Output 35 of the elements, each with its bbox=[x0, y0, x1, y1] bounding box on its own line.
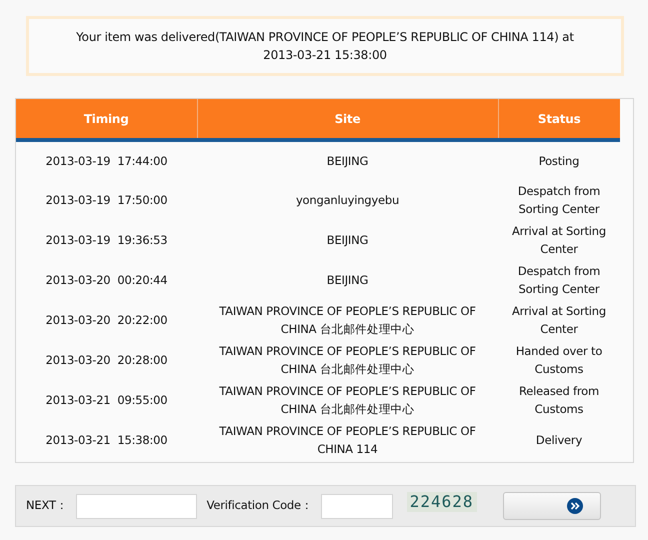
next-field[interactable] bbox=[76, 494, 197, 518]
double-chevron-icon bbox=[566, 498, 582, 514]
timing-cell: 2013-03-20 20:28:00 bbox=[46, 353, 168, 367]
site-cell-text: TAIWAN PROVINCE OF PEOPLE’S REPUBLIC OF CHINA 114 bbox=[218, 423, 477, 458]
verification-code-label: Verification Code： bbox=[206, 497, 313, 514]
next-button[interactable] bbox=[502, 492, 600, 520]
site-cell-text: BEIJING bbox=[326, 272, 368, 289]
status-cell-text: Despatch from Sorting Center bbox=[516, 183, 602, 218]
status-cell-text: Handed over to Customs bbox=[514, 343, 604, 378]
timing-cell: 2013-03-21 09:55:00 bbox=[46, 393, 168, 407]
status-cell-text: Arrival at Sorting Center bbox=[511, 223, 607, 258]
site-cell-text: TAIWAN PROVINCE OF PEOPLE’S REPUBLIC OF CHINA 台北邮件处理中心 bbox=[218, 383, 477, 418]
timing-cell: 2013-03-19 19:36:53 bbox=[46, 233, 168, 247]
site-cell-text: TAIWAN PROVINCE OF PEOPLE’S REPUBLIC OF CHINA 台北邮件处理中心 bbox=[218, 343, 477, 378]
status-cell-text: Delivery bbox=[536, 432, 582, 449]
site-cell-text: TAIWAN PROVINCE OF PEOPLE’S REPUBLIC OF CHINA 台北邮件处理中心 bbox=[218, 303, 477, 338]
status-cell-text: Posting bbox=[538, 153, 580, 170]
timing-cell: 2013-03-21 15:38:00 bbox=[46, 433, 168, 447]
site-cell-text: BEIJING bbox=[326, 232, 368, 249]
next-label: NEXT： bbox=[26, 497, 68, 514]
delivery-notice: Your item was delivered(TAIWAN PROVINCE OF PEOPLE’S REPUBLIC OF CHINA 114) at 2013-03-21 15:38:00 bbox=[26, 16, 624, 76]
site-cell-text: yonganluyingyebu bbox=[296, 192, 400, 209]
timing-cell: 2013-03-19 17:44:00 bbox=[46, 154, 168, 168]
column-header: Site bbox=[197, 99, 498, 140]
site-cell-text: BEIJING bbox=[326, 153, 368, 170]
column-header: Timing bbox=[16, 99, 197, 140]
timing-cell: 2013-03-20 00:20:44 bbox=[46, 273, 168, 287]
status-cell-text: Despatch from Sorting Center bbox=[516, 263, 602, 298]
column-header: Status bbox=[498, 99, 620, 140]
status-cell-text: Arrival at Sorting Center bbox=[511, 303, 607, 338]
verification-code-field[interactable] bbox=[320, 494, 393, 518]
captcha-image: 224628 bbox=[406, 492, 476, 512]
timing-cell: 2013-03-20 20:22:00 bbox=[46, 313, 168, 327]
timing-cell: 2013-03-19 17:50:00 bbox=[46, 193, 168, 207]
status-cell-text: Released from Customs bbox=[518, 383, 600, 418]
